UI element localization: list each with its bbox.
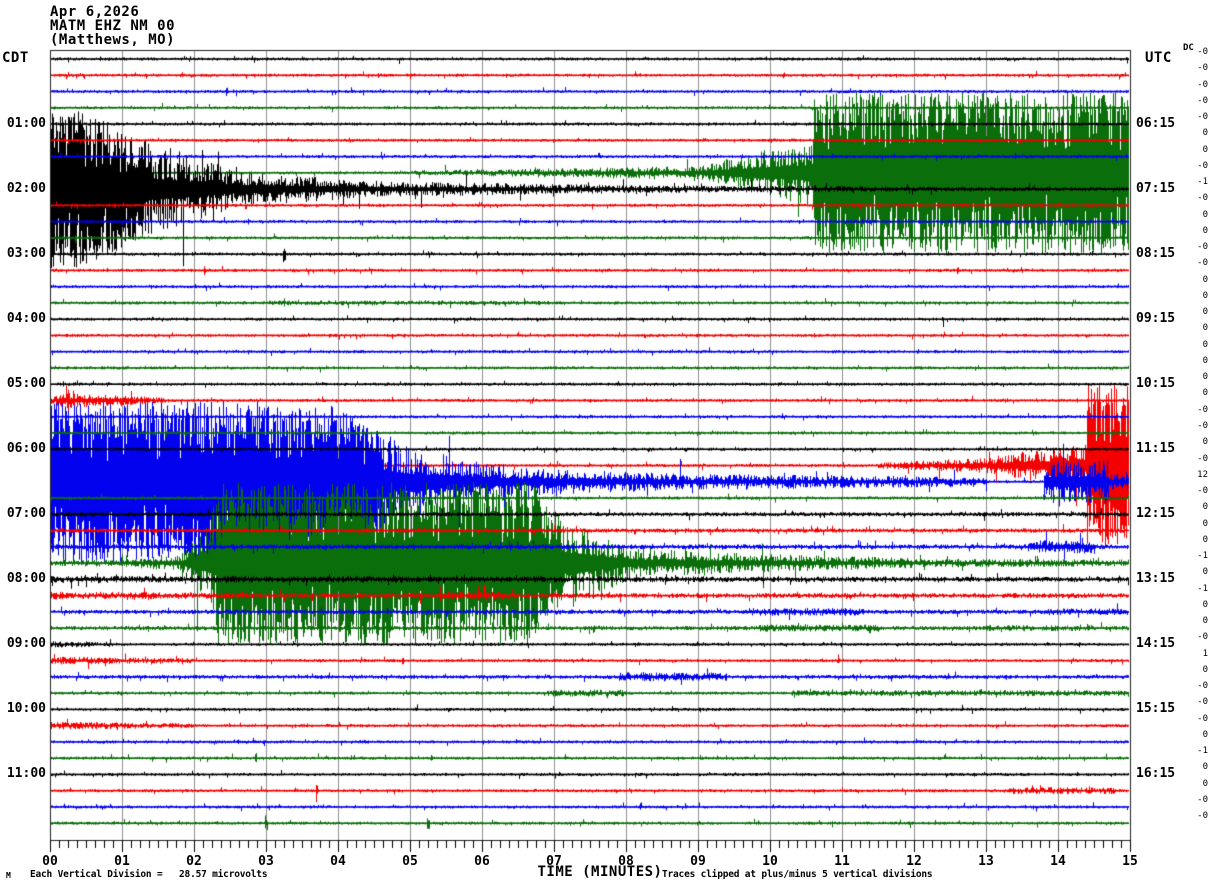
dc-offset-value: 0 xyxy=(1202,144,1208,155)
left-time-label: 02:00 xyxy=(6,181,46,197)
dc-offset-value: 0 xyxy=(1202,437,1208,448)
dc-offset-value: 0 xyxy=(1202,502,1208,513)
dc-offset-value: 0 xyxy=(1202,128,1208,139)
dc-offset-value: 0 xyxy=(1202,616,1208,627)
left-time-label: 04:00 xyxy=(6,311,46,327)
dc-offset-value: -0 xyxy=(1197,95,1208,106)
dc-offset-value: 0 xyxy=(1202,209,1208,220)
dc-offset-value: -0 xyxy=(1197,713,1208,724)
dc-offset-value: -0 xyxy=(1197,811,1208,822)
x-tick-label: 10 xyxy=(762,854,778,869)
dc-offset-value: -1 xyxy=(1197,177,1208,188)
dc-offset-value: -1 xyxy=(1197,746,1208,757)
left-time-label: 07:00 xyxy=(6,506,46,522)
dc-offset-value: 0 xyxy=(1202,518,1208,529)
dc-offset-value: -0 xyxy=(1197,420,1208,431)
left-time-label: 11:00 xyxy=(6,766,46,782)
dc-offset-value: -0 xyxy=(1197,63,1208,74)
dc-offset-value: 12 xyxy=(1197,469,1208,480)
left-time-label: 03:00 xyxy=(6,246,46,262)
dc-offset-value: 0 xyxy=(1202,778,1208,789)
scale-note: Each Vertical Division = 28.57 microvolt… xyxy=(30,869,268,880)
left-time-label: 06:00 xyxy=(6,441,46,457)
dc-offset-value: -0 xyxy=(1197,453,1208,464)
dc-offset-value: 0 xyxy=(1202,339,1208,350)
dc-offset-value: -1 xyxy=(1197,583,1208,594)
dc-offset-value: -0 xyxy=(1197,242,1208,253)
left-time-label: 05:00 xyxy=(6,376,46,392)
dc-offset-value: 0 xyxy=(1202,323,1208,334)
left-time-label: 10:00 xyxy=(6,701,46,717)
dc-offset-value: -1 xyxy=(1197,551,1208,562)
x-tick-label: 01 xyxy=(114,854,130,869)
x-tick-label: 05 xyxy=(402,854,418,869)
x-tick-label: 04 xyxy=(330,854,346,869)
dc-offset-value: 0 xyxy=(1202,664,1208,675)
dc-offset-value: -0 xyxy=(1197,160,1208,171)
dc-offset-value: 0 xyxy=(1202,729,1208,740)
dc-offset-value: 1 xyxy=(1202,648,1208,659)
dc-offset-value: -0 xyxy=(1197,47,1208,57)
dc-offset-value: -0 xyxy=(1197,193,1208,204)
dc-offset-value: 0 xyxy=(1202,225,1208,236)
x-tick-label: 00 xyxy=(42,854,58,869)
dc-offset-value: -0 xyxy=(1197,632,1208,643)
left-timezone-label: CDT xyxy=(2,50,29,66)
title-location: (Matthews, MO) xyxy=(50,32,176,48)
helicorder-page: Apr 6,2026 MATM EHZ NM 00 (Matthews, MO)… xyxy=(0,0,1210,886)
helicorder-canvas xyxy=(0,0,1210,886)
x-tick-label: 14 xyxy=(1050,854,1066,869)
dc-offset-value: -0 xyxy=(1197,681,1208,692)
left-time-label: 01:00 xyxy=(6,116,46,132)
dc-offset-value: 0 xyxy=(1202,388,1208,399)
dc-offset-value: -0 xyxy=(1197,486,1208,497)
dc-offset-value: 0 xyxy=(1202,762,1208,773)
dc-offset-value: 0 xyxy=(1202,372,1208,383)
left-time-label: 08:00 xyxy=(6,571,46,587)
x-tick-label: 15 xyxy=(1122,854,1138,869)
x-tick-label: 12 xyxy=(906,854,922,869)
dc-offset-value: -0 xyxy=(1197,794,1208,805)
dc-offset-value: -0 xyxy=(1197,79,1208,90)
dc-offset-value: 0 xyxy=(1202,599,1208,610)
x-tick-label: 03 xyxy=(258,854,274,869)
x-tick-label: 13 xyxy=(978,854,994,869)
dc-offset-value: -0 xyxy=(1197,112,1208,123)
dc-offset-value: -0 xyxy=(1197,404,1208,415)
logo-mark: M xyxy=(6,871,11,880)
dc-offset-value: 0 xyxy=(1202,355,1208,366)
dc-offset-value: -0 xyxy=(1197,258,1208,269)
dc-offset-value: 0 xyxy=(1202,274,1208,285)
left-time-label: 09:00 xyxy=(6,636,46,652)
dc-offset-value: 0 xyxy=(1202,567,1208,578)
dc-offset-value: 0 xyxy=(1202,290,1208,301)
x-tick-label: 11 xyxy=(834,854,850,869)
dc-offset-value: 0 xyxy=(1202,534,1208,545)
clipping-note: Traces clipped at plus/minus 5 vertical … xyxy=(662,869,933,880)
dc-offset-value: 0 xyxy=(1202,307,1208,318)
dc-offset-value: -0 xyxy=(1197,697,1208,708)
x-tick-label: 02 xyxy=(186,854,202,869)
